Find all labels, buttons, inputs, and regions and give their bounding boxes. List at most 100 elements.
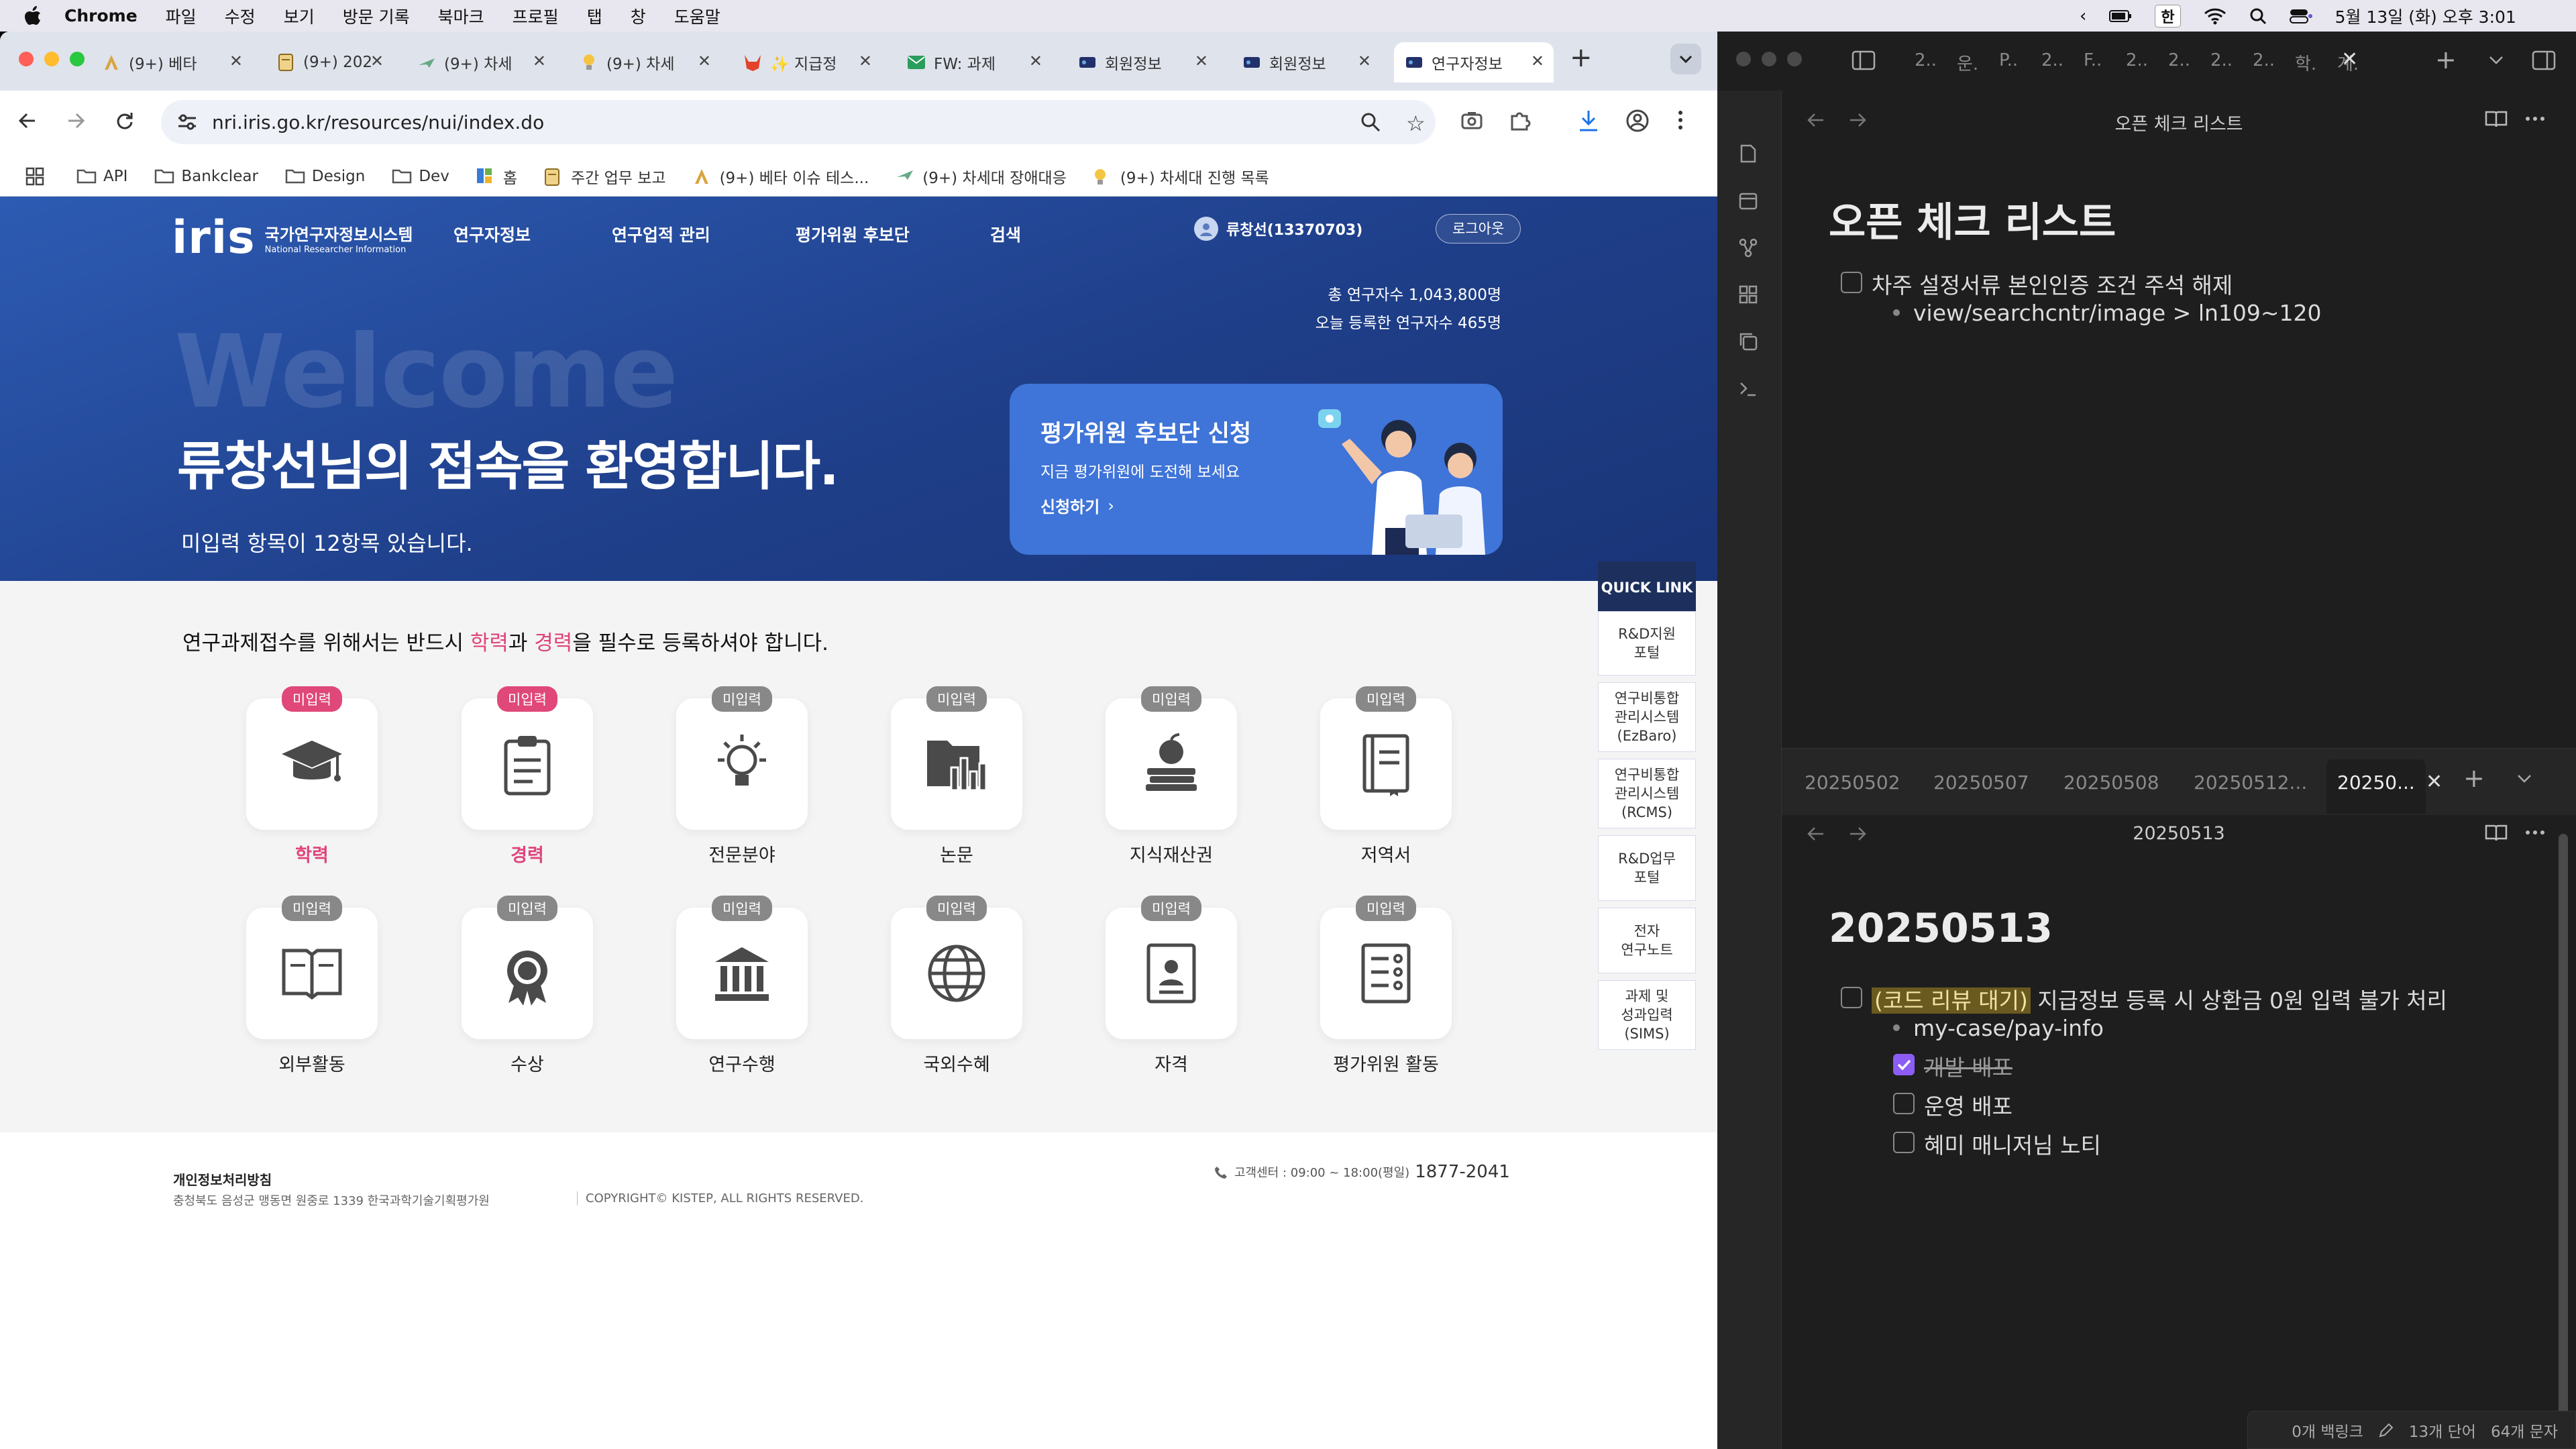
obs-minimize-button[interactable] xyxy=(1762,52,1776,66)
obs-new-tab-button[interactable]: + xyxy=(2435,45,2457,74)
item-card[interactable] xyxy=(891,698,1022,830)
backlinks-count[interactable]: 0개 백링크 xyxy=(2292,1419,2363,1442)
nav-search[interactable]: 검색 xyxy=(990,222,1021,246)
apple-icon[interactable] xyxy=(24,5,42,26)
privacy-policy-link[interactable]: 개인정보처리방침 xyxy=(173,1169,272,1189)
profile-item-graduation-cap[interactable]: 미입력 학력 xyxy=(246,686,378,867)
bookmark-item-4[interactable]: 홈 xyxy=(476,165,517,188)
note-tab-1[interactable]: 20250507 xyxy=(1933,771,2029,794)
profile-item-globe[interactable]: 미입력 국외수혜 xyxy=(891,896,1022,1076)
profile-item-folder-chart[interactable]: 미입력 논문 xyxy=(891,686,1022,867)
bottom-note-title[interactable]: 20250513 xyxy=(1782,823,2576,844)
item-card[interactable] xyxy=(891,908,1022,1039)
wifi-icon[interactable] xyxy=(2204,7,2226,25)
tab-close-icon[interactable]: ✕ xyxy=(698,52,711,70)
menu-tab[interactable]: 탭 xyxy=(587,4,602,28)
logout-button[interactable]: 로그아웃 xyxy=(1436,214,1521,244)
obsidian-tab-5[interactable]: 2.. xyxy=(2126,50,2148,70)
site-logo[interactable]: iris 국가연구자정보시스템 National Researcher Info… xyxy=(172,211,413,264)
subtask-checkbox-0[interactable] xyxy=(1893,1054,1915,1075)
obsidian-tab-3[interactable]: 2.. xyxy=(2041,50,2063,70)
graph-icon[interactable] xyxy=(1737,237,1759,258)
profile-item-apple-books[interactable]: 미입력 지식재산권 xyxy=(1106,686,1237,867)
obsidian-tab-9[interactable]: 학. xyxy=(2295,50,2316,75)
profile-item-open-book[interactable]: 미입력 외부활동 xyxy=(246,896,378,1076)
note-tab-4[interactable]: 20250... xyxy=(2326,759,2426,814)
tab-close-icon[interactable]: ✕ xyxy=(229,52,243,70)
bookmark-item-8[interactable]: (9+) 차세대 진행 목록 xyxy=(1093,165,1269,188)
bookmark-item-3[interactable]: Dev xyxy=(392,165,449,188)
browser-tab-1[interactable]: (9+) 202 ✕ xyxy=(266,42,393,83)
reload-icon[interactable] xyxy=(114,111,134,131)
quick-link-4[interactable]: 전자 연구노트 xyxy=(1598,908,1696,973)
nav-achievement[interactable]: 연구업적 관리 xyxy=(612,222,710,246)
profile-item-institution[interactable]: 미입력 연구수행 xyxy=(676,896,808,1076)
bookmark-item-5[interactable]: 주간 업무 보고 xyxy=(544,165,666,188)
top-note-title[interactable]: 오픈 체크 리스트 xyxy=(1782,109,2576,136)
calendar-icon[interactable] xyxy=(1737,190,1759,211)
obsidian-tab-8[interactable]: 2.. xyxy=(2253,50,2275,70)
eval-card-apply-link[interactable]: 신청하기 › xyxy=(1040,494,1114,517)
minimize-window-button[interactable] xyxy=(44,52,59,66)
profile-item-clipboard[interactable]: 미입력 경력 xyxy=(462,686,593,867)
profile-avatar-icon[interactable] xyxy=(1626,109,1649,132)
profile-item-document-list[interactable]: 미입력 평가위원 활동 xyxy=(1320,896,1452,1076)
tab-close-icon[interactable]: ✕ xyxy=(533,52,546,70)
nav-researcher-info[interactable]: 연구자정보 xyxy=(453,222,531,246)
reading-view-icon-2[interactable] xyxy=(2485,823,2508,842)
item-card[interactable] xyxy=(246,698,378,830)
sidebar-toggle-icon[interactable] xyxy=(1851,50,1876,70)
item-card[interactable] xyxy=(246,908,378,1039)
bookmark-item-6[interactable]: (9+) 베타 이슈 테스... xyxy=(693,165,869,188)
tab-close-icon[interactable]: ✕ xyxy=(1358,52,1371,70)
browser-tab-8[interactable]: 연구자정보 ✕ xyxy=(1394,42,1554,83)
address-bar[interactable]: nri.iris.go.kr/resources/nui/index.do ☆ xyxy=(161,100,1436,144)
files-icon[interactable] xyxy=(1737,143,1759,164)
note-tab-3[interactable]: 20250512... xyxy=(2194,771,2307,794)
back-arrow-icon[interactable] xyxy=(17,111,38,131)
menu-profiles[interactable]: 프로필 xyxy=(513,4,559,28)
browser-tab-6[interactable]: 회원정보 ✕ xyxy=(1067,42,1218,83)
user-info[interactable]: 류창선(13370703) xyxy=(1194,217,1362,241)
bottom-new-tab-button[interactable]: + xyxy=(2463,763,2485,793)
obs-close-tab-icon[interactable]: ✕ xyxy=(2341,48,2358,71)
profile-item-award[interactable]: 미입력 수상 xyxy=(462,896,593,1076)
obsidian-tab-6[interactable]: 2.. xyxy=(2168,50,2190,70)
app-menu-chrome[interactable]: Chrome xyxy=(64,6,138,25)
url-text[interactable]: nri.iris.go.kr/resources/nui/index.do xyxy=(212,111,544,133)
quick-link-0[interactable]: R&D지원 포털 xyxy=(1598,611,1696,676)
task-checkbox-bottom[interactable] xyxy=(1841,987,1862,1008)
input-method-badge[interactable]: 한 xyxy=(2155,5,2181,28)
zoom-window-button[interactable] xyxy=(70,52,85,66)
obs-close-button[interactable] xyxy=(1736,52,1751,66)
bookmark-item-7[interactable]: (9+) 차세대 장애대응 xyxy=(896,165,1067,188)
reading-view-icon[interactable] xyxy=(2485,109,2508,128)
right-sidebar-toggle-icon[interactable] xyxy=(2532,50,2556,70)
obs-zoom-button[interactable] xyxy=(1787,52,1802,66)
tab-search-button[interactable] xyxy=(1670,44,1701,74)
obsidian-tab-4[interactable]: F.. xyxy=(2084,50,2102,70)
subtask-checkbox-1[interactable] xyxy=(1893,1093,1915,1114)
note-tab-2[interactable]: 20250508 xyxy=(2063,771,2159,794)
edit-pencil-icon[interactable] xyxy=(2378,1422,2394,1438)
obs-tab-list-chevron-icon[interactable] xyxy=(2489,56,2504,65)
close-window-button[interactable] xyxy=(19,52,34,66)
item-card[interactable] xyxy=(1106,698,1237,830)
menu-file[interactable]: 파일 xyxy=(166,4,197,28)
bottom-tab-list-chevron-icon[interactable] xyxy=(2517,774,2532,784)
note-tab-close-icon[interactable]: ✕ xyxy=(2426,770,2443,794)
menu-edit[interactable]: 수정 xyxy=(225,4,256,28)
menu-help[interactable]: 도움말 xyxy=(674,4,720,28)
quick-link-2[interactable]: 연구비통합 관리시스템 (RCMS) xyxy=(1598,759,1696,828)
task-checkbox-top[interactable] xyxy=(1841,272,1862,293)
browser-tab-2[interactable]: (9+) 차세 ✕ xyxy=(407,42,555,83)
search-icon[interactable] xyxy=(2249,7,2267,25)
browser-tab-4[interactable]: ✨ 지급정 ✕ xyxy=(733,42,881,83)
tab-close-icon[interactable]: ✕ xyxy=(1531,52,1544,70)
item-card[interactable] xyxy=(676,908,808,1039)
menu-view[interactable]: 보기 xyxy=(284,4,315,28)
terminal-icon[interactable] xyxy=(1737,378,1759,399)
zoom-icon[interactable] xyxy=(1360,112,1381,132)
item-card[interactable] xyxy=(1320,698,1452,830)
bookmark-item-0[interactable]: API xyxy=(76,165,127,188)
